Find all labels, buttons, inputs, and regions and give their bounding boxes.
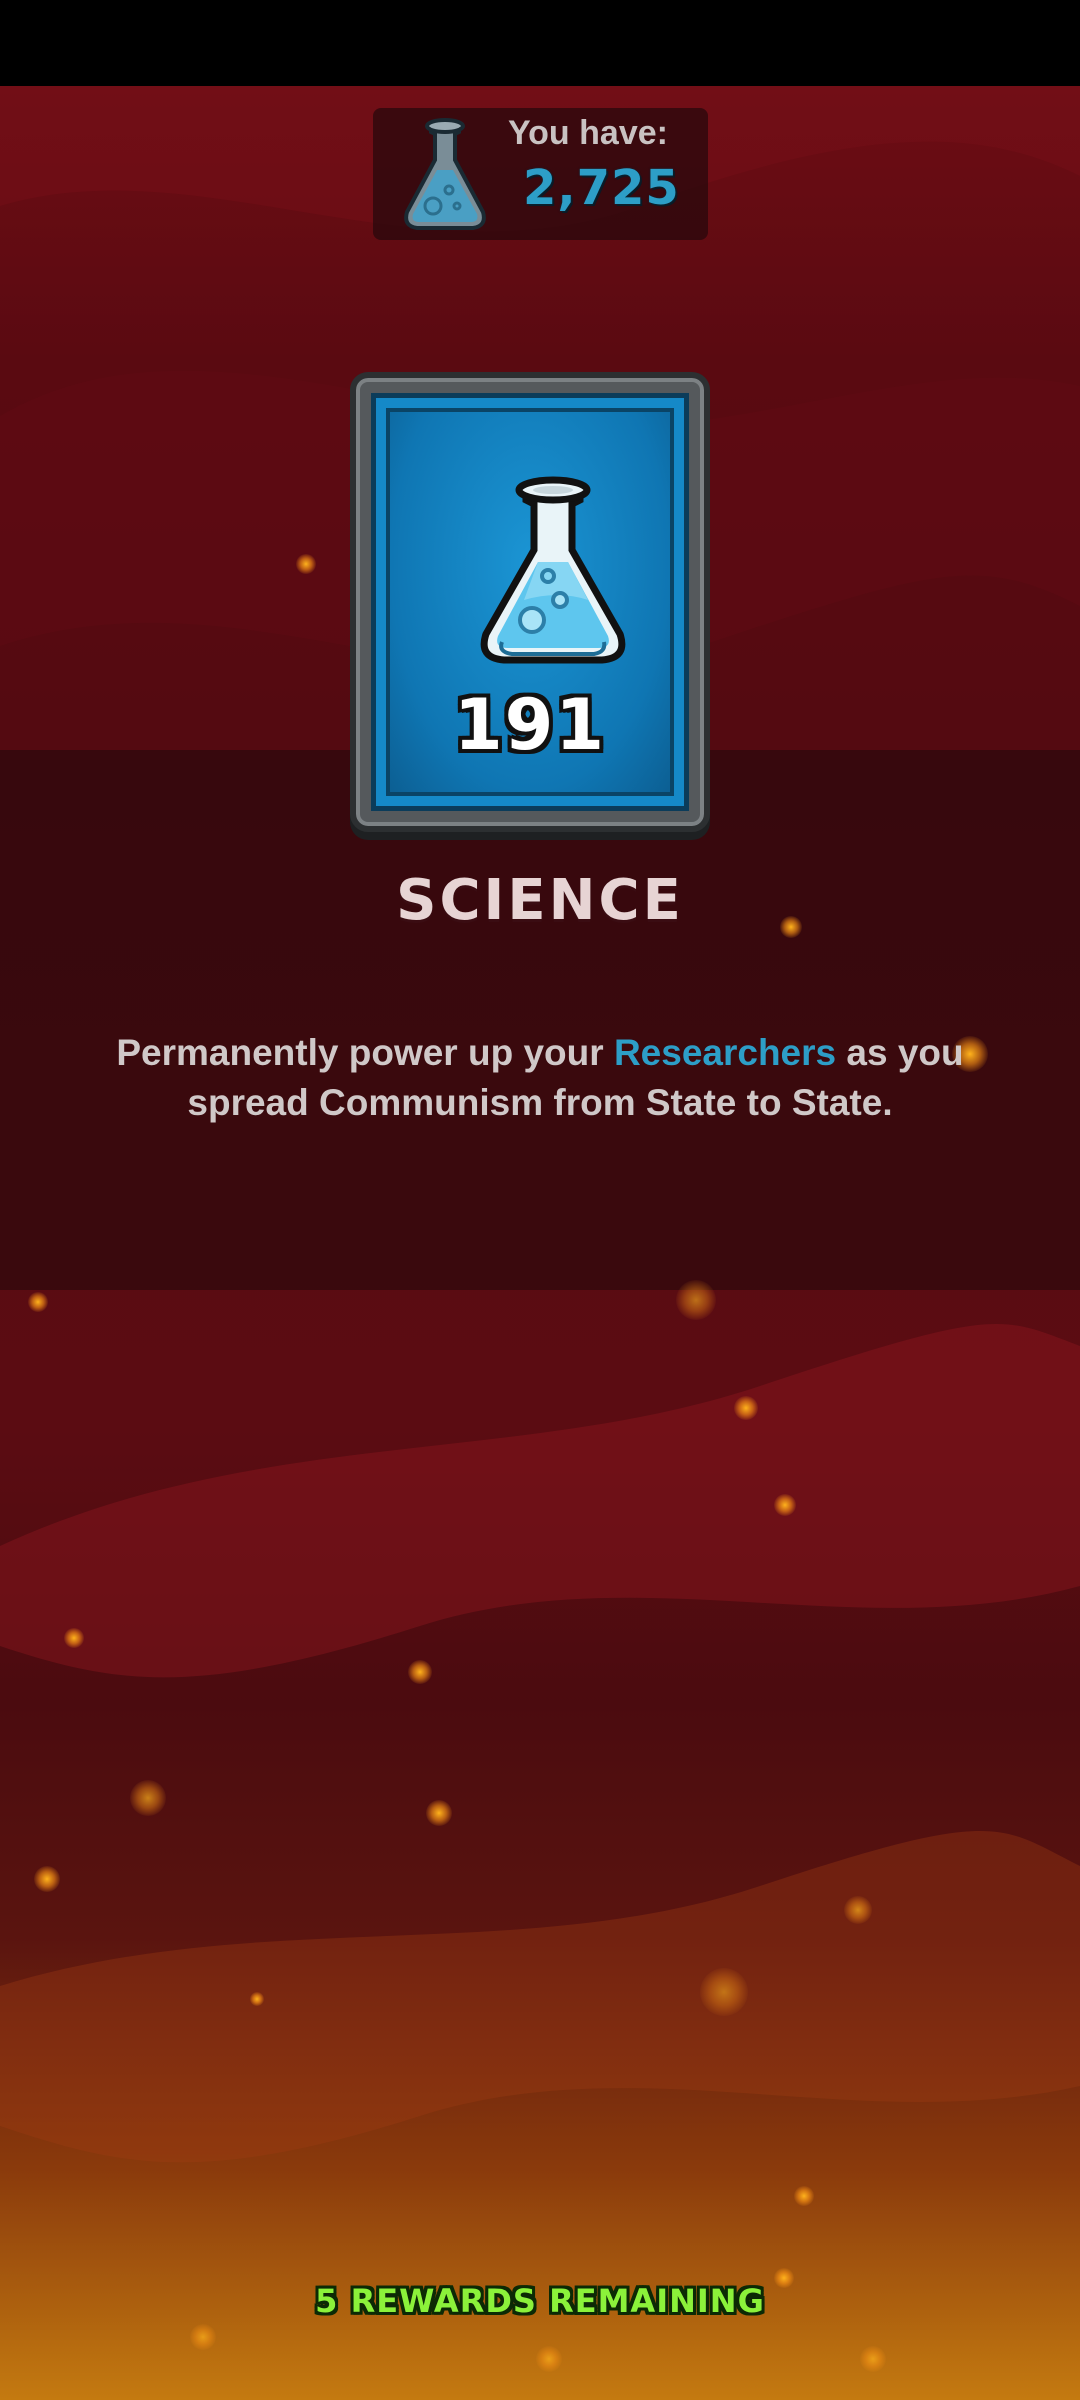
ember-particle <box>676 1280 716 1320</box>
description-text: Permanently power up your <box>116 1032 614 1073</box>
ember-particle <box>700 1968 748 2016</box>
ember-particle <box>794 2186 814 2206</box>
reward-card[interactable]: 191 <box>350 372 710 832</box>
ember-particle <box>64 1628 84 1648</box>
ember-particle <box>28 1292 48 1312</box>
ember-particle <box>860 2346 886 2372</box>
description-highlight: Researchers <box>613 1032 837 1073</box>
reward-screen[interactable]: You have: 2,725 191 SCIENCE Permanently … <box>0 0 1080 2400</box>
status-bar <box>0 0 1080 86</box>
ember-particle <box>190 2324 216 2350</box>
currency-display: You have: 2,725 <box>373 108 708 240</box>
currency-value: 2,725 <box>523 160 680 216</box>
flask-icon <box>480 476 626 664</box>
ember-particle <box>774 1494 796 1516</box>
reward-card-frame: 191 <box>371 393 689 811</box>
ember-particle <box>408 1660 432 1684</box>
ember-particle <box>250 1992 264 2006</box>
currency-label: You have: <box>508 114 668 152</box>
flask-icon <box>404 118 486 230</box>
rewards-remaining: 5 REWARDS REMAINING <box>315 2282 765 2320</box>
ember-particle <box>34 1866 60 1892</box>
reward-card-face: 191 <box>386 408 674 796</box>
reward-title: SCIENCE <box>396 868 684 933</box>
ember-particle <box>734 1396 758 1420</box>
ember-particle <box>426 1800 452 1826</box>
ember-particle <box>844 1896 872 1924</box>
ember-particle <box>536 2346 562 2372</box>
reward-description: Permanently power up your Researchers as… <box>90 1028 990 1128</box>
reward-amount: 191 <box>453 684 607 766</box>
ember-particle <box>130 1780 166 1816</box>
ember-particle <box>296 554 316 574</box>
